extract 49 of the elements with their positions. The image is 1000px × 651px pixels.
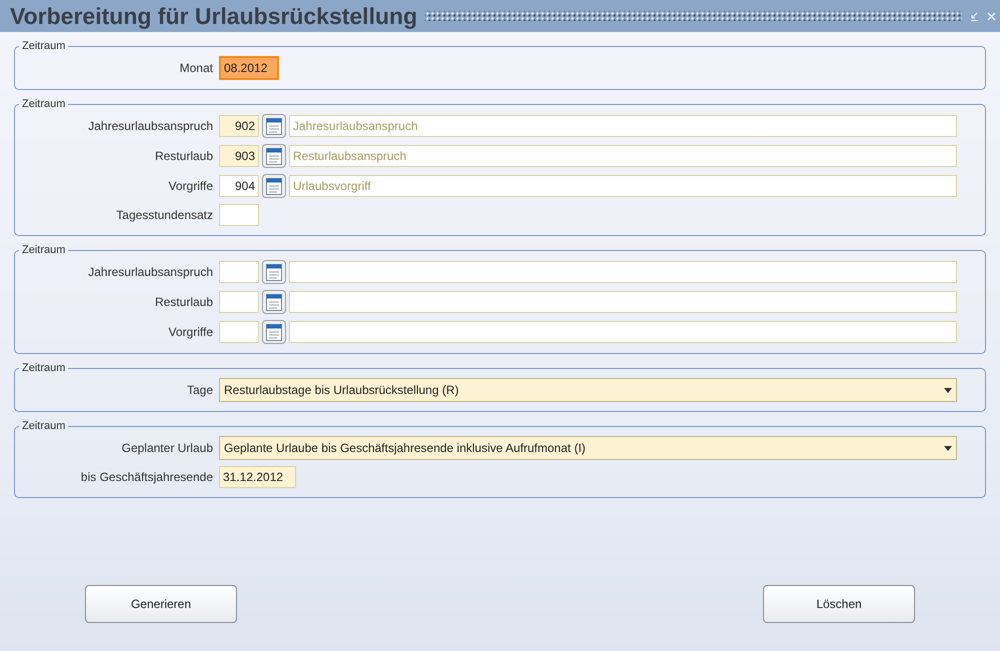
lookup-button[interactable] xyxy=(262,114,286,138)
field-label: bis Geschäftsjahresende xyxy=(80,470,213,484)
field-label: Tage xyxy=(186,383,213,397)
field-label: Resturlaub xyxy=(154,295,213,309)
field-label: Tagesstundensatz xyxy=(115,208,213,222)
caret-icon xyxy=(944,388,952,392)
code-field[interactable]: 902 xyxy=(219,115,259,137)
section-legend: Zeitraum xyxy=(19,98,68,110)
field-label: Vorgriffe xyxy=(168,179,213,193)
action-button[interactable]: Löschen xyxy=(763,585,915,623)
section-legend: Zeitraum xyxy=(19,362,68,374)
date-field[interactable]: 31.12.2012 xyxy=(219,466,296,488)
code-field[interactable] xyxy=(219,321,259,343)
section-legend: Zeitraum xyxy=(19,420,68,432)
field-label: Geplanter Urlaub xyxy=(120,441,213,455)
calendar-icon xyxy=(266,178,282,194)
caret-icon xyxy=(944,446,952,450)
lookup-button[interactable] xyxy=(262,320,286,344)
section-legend: Zeitraum xyxy=(19,244,68,256)
description-field[interactable] xyxy=(289,291,957,313)
month-field[interactable]: 08.2012 xyxy=(219,56,279,80)
window-title: Vorbereitung für Urlaubsrückstellung xyxy=(10,2,418,30)
calendar-icon xyxy=(266,294,282,310)
field-label: Vorgriffe xyxy=(168,325,213,339)
code-field[interactable]: 904 xyxy=(219,175,259,197)
calendar-icon xyxy=(266,324,282,340)
minimize-icon[interactable] xyxy=(970,12,979,20)
calendar-icon xyxy=(266,118,282,134)
field-label: Resturlaub xyxy=(154,149,213,163)
dropdown[interactable]: Resturlaubstage bis Urlaubsrückstellung (R) xyxy=(219,378,957,402)
lookup-button[interactable] xyxy=(262,144,286,168)
code-field[interactable] xyxy=(219,261,259,283)
code-field[interactable]: 903 xyxy=(219,145,259,167)
input-field[interactable] xyxy=(219,204,259,226)
close-icon[interactable] xyxy=(987,12,996,20)
action-button[interactable]: Generieren xyxy=(85,585,237,623)
dropdown[interactable]: Geplante Urlaube bis Geschäftsjahresende inklusive Aufrufmonat (I) xyxy=(219,436,957,460)
description-field[interactable] xyxy=(289,321,957,343)
section-legend: Zeitraum xyxy=(19,40,68,52)
code-field[interactable] xyxy=(219,291,259,313)
field-label: Jahresurlaubsanspruch xyxy=(87,265,213,279)
field-label: Jahresurlaubsanspruch xyxy=(87,119,213,133)
lookup-button[interactable] xyxy=(262,290,286,314)
calendar-icon xyxy=(266,148,282,164)
field-label: Monat xyxy=(178,61,213,75)
lookup-button[interactable] xyxy=(262,260,286,284)
calendar-icon xyxy=(266,264,282,280)
lookup-button[interactable] xyxy=(262,174,286,198)
description-field[interactable] xyxy=(289,261,957,283)
